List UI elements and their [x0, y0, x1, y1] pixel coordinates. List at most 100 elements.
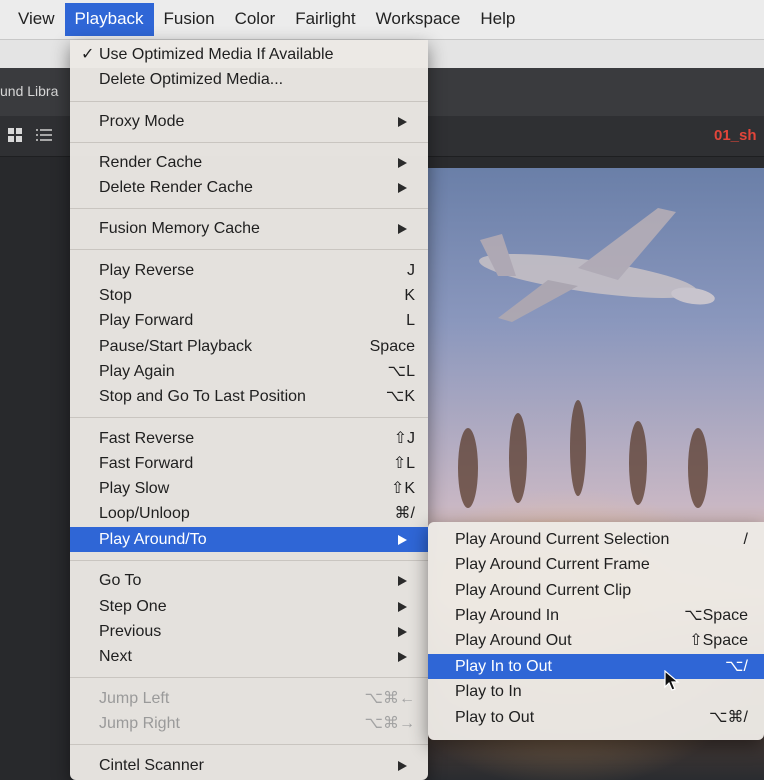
menu-item-jump-right: Jump Right ⌥⌘→ — [70, 711, 428, 736]
menu-item-play-slow[interactable]: Play Slow ⇧K — [70, 476, 428, 501]
submenu-arrow-icon — [398, 224, 407, 234]
menu-item-jump-left: Jump Left ⌥⌘← — [70, 686, 428, 711]
shortcut-label: / — [743, 531, 748, 548]
menu-separator — [70, 101, 428, 102]
menu-item-label: Play Forward — [99, 312, 194, 329]
menu-item-label: Play In to Out — [455, 658, 552, 675]
submenu-arrow-icon — [398, 627, 407, 637]
shortcut-label: L — [406, 312, 415, 329]
submenu-item-play-around-current-frame[interactable]: Play Around Current Frame — [428, 552, 764, 577]
menu-item-label: Play to In — [455, 683, 522, 700]
submenu-arrow-icon — [398, 761, 407, 771]
submenu-item-play-in-to-out[interactable]: Play In to Out ⌥/ — [428, 654, 764, 679]
menu-item-label: Go To — [99, 572, 142, 589]
menu-item-play-forward[interactable]: Play Forward L — [70, 308, 428, 333]
shortcut-label: K — [404, 287, 415, 304]
shortcut-label: ⇧L — [392, 455, 415, 472]
menu-item-label: Fast Reverse — [99, 430, 195, 447]
menu-item-label: Use Optimized Media If Available — [99, 46, 334, 63]
menu-playback[interactable]: Playback — [64, 3, 154, 36]
menu-item-fusion-memory-cache[interactable]: Fusion Memory Cache — [70, 216, 428, 241]
menu-fusion[interactable]: Fusion — [154, 3, 225, 36]
menu-item-label: Play Again — [99, 363, 175, 380]
shortcut-label: ⌘/ — [394, 505, 415, 522]
menu-item-proxy-mode[interactable]: Proxy Mode — [70, 109, 428, 134]
media-pool-panel — [0, 157, 70, 780]
menu-item-label: Jump Right — [99, 715, 180, 732]
menu-item-cintel-scanner[interactable]: Cintel Scanner — [70, 753, 428, 778]
menu-item-label: Stop — [99, 287, 132, 304]
shortcut-label: ⇧J — [393, 430, 415, 447]
shortcut-label: ⌥L — [387, 363, 415, 380]
menu-bar: View Playback Fusion Color Fairlight Wor… — [0, 0, 764, 40]
submenu-arrow-icon — [398, 652, 407, 662]
menu-item-next[interactable]: Next — [70, 644, 428, 669]
shortcut-label: ⇧K — [390, 480, 415, 497]
menu-separator — [70, 560, 428, 561]
menu-item-label: Play Slow — [99, 480, 170, 497]
menu-item-previous[interactable]: Previous — [70, 619, 428, 644]
menu-item-fast-reverse[interactable]: Fast Reverse ⇧J — [70, 426, 428, 451]
mouse-pointer-icon — [664, 670, 680, 691]
submenu-item-play-around-in[interactable]: Play Around In ⌥Space — [428, 603, 764, 628]
menu-item-label: Proxy Mode — [99, 113, 185, 130]
menu-item-label: Play Around In — [455, 607, 560, 624]
menu-item-go-to[interactable]: Go To — [70, 568, 428, 593]
menu-item-play-around-to[interactable]: Play Around/To — [70, 527, 428, 552]
menu-fairlight[interactable]: Fairlight — [285, 3, 365, 36]
menu-item-play-reverse[interactable]: Play Reverse J — [70, 258, 428, 283]
menu-item-label: Play Reverse — [99, 262, 195, 279]
menu-item-label: Next — [99, 648, 132, 665]
submenu-arrow-icon — [398, 183, 407, 193]
submenu-arrow-icon — [398, 158, 407, 168]
menu-item-use-optimized-media[interactable]: ✓ Use Optimized Media If Available — [70, 42, 428, 67]
menu-item-delete-render-cache[interactable]: Delete Render Cache — [70, 175, 428, 200]
menu-item-loop-unloop[interactable]: Loop/Unloop ⌘/ — [70, 501, 428, 526]
shortcut-label: J — [407, 262, 415, 279]
shortcut-label: ⌥Space — [684, 607, 748, 624]
menu-separator — [70, 249, 428, 250]
shortcut-label: ⌥K — [385, 388, 415, 405]
submenu-arrow-icon — [398, 535, 407, 545]
menu-separator — [70, 142, 428, 143]
submenu-arrow-icon — [398, 602, 407, 612]
checkmark-icon: ✓ — [81, 46, 95, 63]
menu-item-label: Fusion Memory Cache — [99, 220, 260, 237]
menu-item-label: Play Around Current Frame — [455, 556, 650, 573]
sound-library-label[interactable]: und Libra — [0, 83, 58, 99]
menu-color[interactable]: Color — [225, 3, 286, 36]
menu-item-label: Play Around Current Clip — [455, 582, 632, 599]
shortcut-label: Space — [369, 338, 415, 355]
grid-view-icon[interactable] — [8, 128, 22, 142]
playback-menu: ✓ Use Optimized Media If Available Delet… — [70, 40, 428, 780]
menu-item-delete-optimized-media[interactable]: Delete Optimized Media... — [70, 67, 428, 92]
play-around-to-submenu: Play Around Current Selection / Play Aro… — [428, 522, 764, 740]
menu-separator — [70, 677, 428, 678]
menu-item-stop[interactable]: Stop K — [70, 283, 428, 308]
submenu-item-play-around-current-selection[interactable]: Play Around Current Selection / — [428, 527, 764, 552]
menu-item-label: Play Around Current Selection — [455, 531, 670, 548]
shortcut-label: ⌥/ — [725, 658, 748, 675]
menu-item-stop-and-go-to-last-position[interactable]: Stop and Go To Last Position ⌥K — [70, 384, 428, 409]
menu-item-fast-forward[interactable]: Fast Forward ⇧L — [70, 451, 428, 476]
menu-item-label: Play to Out — [455, 709, 535, 726]
menu-help[interactable]: Help — [470, 3, 525, 36]
submenu-item-play-to-out[interactable]: Play to Out ⌥⌘/ — [428, 705, 764, 730]
menu-item-label: Jump Left — [99, 690, 170, 707]
submenu-item-play-to-in[interactable]: Play to In — [428, 679, 764, 704]
submenu-item-play-around-current-clip[interactable]: Play Around Current Clip — [428, 578, 764, 603]
submenu-item-play-around-out[interactable]: Play Around Out ⇧Space — [428, 628, 764, 653]
menu-item-label: Pause/Start Playback — [99, 338, 252, 355]
menu-item-label: Loop/Unloop — [99, 505, 190, 522]
menu-workspace[interactable]: Workspace — [366, 3, 471, 36]
menu-item-play-again[interactable]: Play Again ⌥L — [70, 359, 428, 384]
list-view-icon[interactable] — [36, 128, 52, 142]
menu-item-label: Render Cache — [99, 154, 203, 171]
menu-view[interactable]: View — [8, 3, 65, 36]
menu-separator — [70, 208, 428, 209]
menu-item-label: Play Around/To — [99, 531, 207, 548]
menu-item-render-cache[interactable]: Render Cache — [70, 150, 428, 175]
menu-item-pause-start-playback[interactable]: Pause/Start Playback Space — [70, 334, 428, 359]
menu-item-label: Cintel Scanner — [99, 757, 204, 774]
menu-item-step-one[interactable]: Step One — [70, 594, 428, 619]
